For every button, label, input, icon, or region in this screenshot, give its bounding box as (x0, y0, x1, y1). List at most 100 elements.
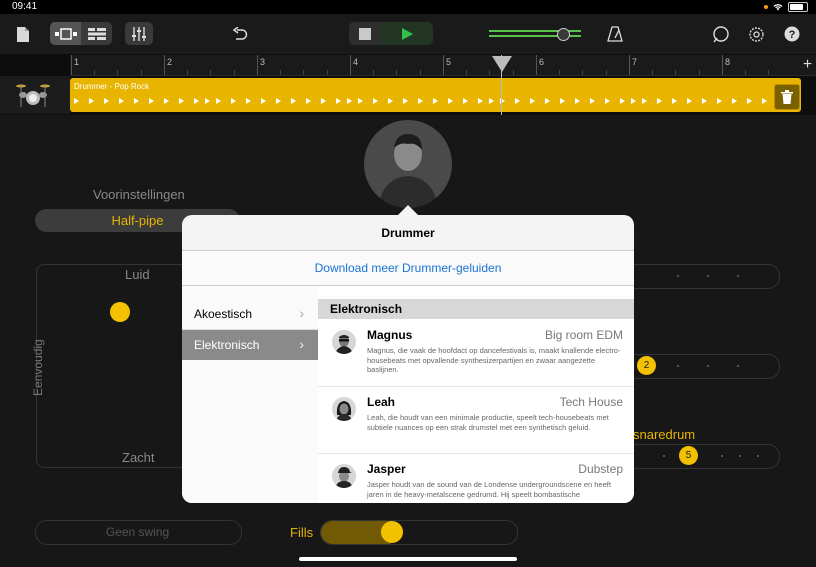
drum-kit-icon (16, 84, 50, 107)
status-bar: 09:41 (0, 0, 816, 14)
drummer-name: Magnus (367, 328, 413, 342)
drum-hit-marker (560, 98, 565, 104)
drum-hit-marker (179, 98, 184, 104)
drummer-description: Leah, die houdt van een minimale product… (367, 413, 609, 432)
add-section-icon[interactable]: + (799, 55, 816, 75)
playhead-handle[interactable] (492, 56, 512, 72)
bar-number: 4 (353, 57, 359, 67)
drummer-name: Leah (367, 395, 396, 409)
loop-browser-icon[interactable] (710, 24, 730, 44)
bar-number: 2 (167, 57, 173, 67)
popover-title: Drummer (381, 226, 435, 240)
category-label: Akoestisch (194, 307, 253, 321)
drum-hit-marker (418, 98, 423, 104)
wifi-icon (773, 4, 783, 11)
drummer-row-jasper[interactable]: Jasper Dubstep Jasper houdt van de sound… (318, 454, 634, 503)
bar-number: 1 (74, 57, 80, 67)
bar-number: 5 (446, 57, 452, 67)
drum-hit-marker (261, 98, 266, 104)
drum-hit-marker (631, 98, 636, 104)
drum-hit-marker (104, 98, 109, 104)
pad-puck[interactable] (110, 302, 130, 322)
mixer-sliders-icon[interactable] (125, 22, 153, 45)
drummer-popover: Drummer Download meer Drummer-geluiden A… (182, 215, 634, 503)
drum-hit-marker (358, 98, 363, 104)
timeline-ruler[interactable]: 1 2 3 4 5 6 7 8 (70, 55, 816, 76)
status-icons (764, 2, 808, 12)
pad-label-soft: Zacht (122, 450, 155, 465)
category-item-akoestisch[interactable]: Akoestisch › (182, 299, 318, 330)
bar-number: 8 (725, 57, 731, 67)
slider-knob[interactable]: 2 (637, 356, 656, 375)
drum-hit-marker (347, 98, 352, 104)
drum-hit-marker (89, 98, 94, 104)
drum-hit-marker (463, 98, 468, 104)
settings-gear-icon[interactable] (746, 24, 766, 44)
drum-hit-marker (672, 98, 677, 104)
drum-hit-marker (448, 98, 453, 104)
undo-icon[interactable] (230, 24, 250, 44)
play-button[interactable] (381, 22, 433, 45)
home-indicator[interactable] (299, 557, 517, 561)
drummer-row-leah[interactable]: Leah Tech House Leah, die houdt van een … (318, 387, 634, 454)
drum-hit-marker (433, 98, 438, 104)
download-more-link[interactable]: Download meer Drummer-geluiden (182, 261, 634, 275)
category-item-elektronisch[interactable]: Elektronisch › (182, 330, 318, 360)
drum-hit-marker (321, 98, 326, 104)
stop-icon (359, 27, 371, 40)
pad-label-simple: Eenvoudig (31, 339, 45, 396)
drum-hit-marker (403, 98, 408, 104)
fills-slider-knob[interactable] (381, 521, 403, 543)
drum-hit-marker (605, 98, 610, 104)
drum-hit-marker (74, 98, 79, 104)
drum-hit-marker (687, 98, 692, 104)
drum-hit-marker (134, 98, 139, 104)
drum-hit-marker (231, 98, 236, 104)
chevron-right-icon: › (299, 336, 304, 352)
recording-indicator-icon (764, 5, 768, 9)
drum-hit-marker (575, 98, 580, 104)
fills-label: Fills (290, 525, 314, 540)
snaredrum-knob[interactable]: 5 (679, 446, 698, 465)
avatar (332, 464, 356, 488)
master-volume-slider[interactable] (489, 28, 581, 41)
drum-hit-marker (657, 98, 662, 104)
drummer-avatar[interactable] (364, 120, 452, 208)
drum-hit-marker (216, 98, 221, 104)
drum-hit-marker (291, 98, 296, 104)
region-name: Drummer - Pop Rock (74, 82, 150, 91)
stop-button[interactable] (349, 22, 381, 45)
toolbar: ? (0, 14, 816, 54)
drum-hit-marker (164, 98, 169, 104)
drummer-region[interactable]: Drummer - Pop Rock (70, 78, 801, 112)
trash-icon[interactable] (774, 84, 800, 110)
drum-hit-marker (149, 98, 154, 104)
view-toggle-group (50, 22, 112, 45)
drummer-genre: Tech House (559, 395, 623, 409)
tracks-view-icon[interactable] (81, 22, 112, 45)
drum-hit-marker (702, 98, 707, 104)
metronome-icon[interactable] (605, 24, 625, 44)
bar-number: 7 (632, 57, 638, 67)
drummer-row-magnus[interactable]: Magnus Big room EDM Magnus, die vaak de … (318, 320, 634, 387)
track-header[interactable] (0, 76, 70, 114)
avatar (332, 330, 356, 354)
play-icon (402, 27, 413, 40)
drum-hit-marker (590, 98, 595, 104)
drum-hit-marker (530, 98, 535, 104)
help-icon[interactable]: ? (782, 24, 802, 44)
battery-icon (788, 2, 808, 12)
drum-hit-marker (276, 98, 281, 104)
drum-hit-marker (747, 98, 752, 104)
browser-view-icon[interactable] (50, 22, 81, 45)
drum-hit-marker (620, 98, 625, 104)
swing-label: Geen swing (105, 525, 170, 539)
drum-hit-marker (545, 98, 550, 104)
my-songs-icon[interactable] (13, 24, 33, 44)
drum-hit-marker (478, 98, 483, 104)
drum-hit-marker (306, 98, 311, 104)
bar-number: 6 (539, 57, 545, 67)
drum-hit-marker (762, 98, 767, 104)
drum-hit-marker (194, 98, 199, 104)
drummer-genre: Dubstep (578, 462, 623, 476)
